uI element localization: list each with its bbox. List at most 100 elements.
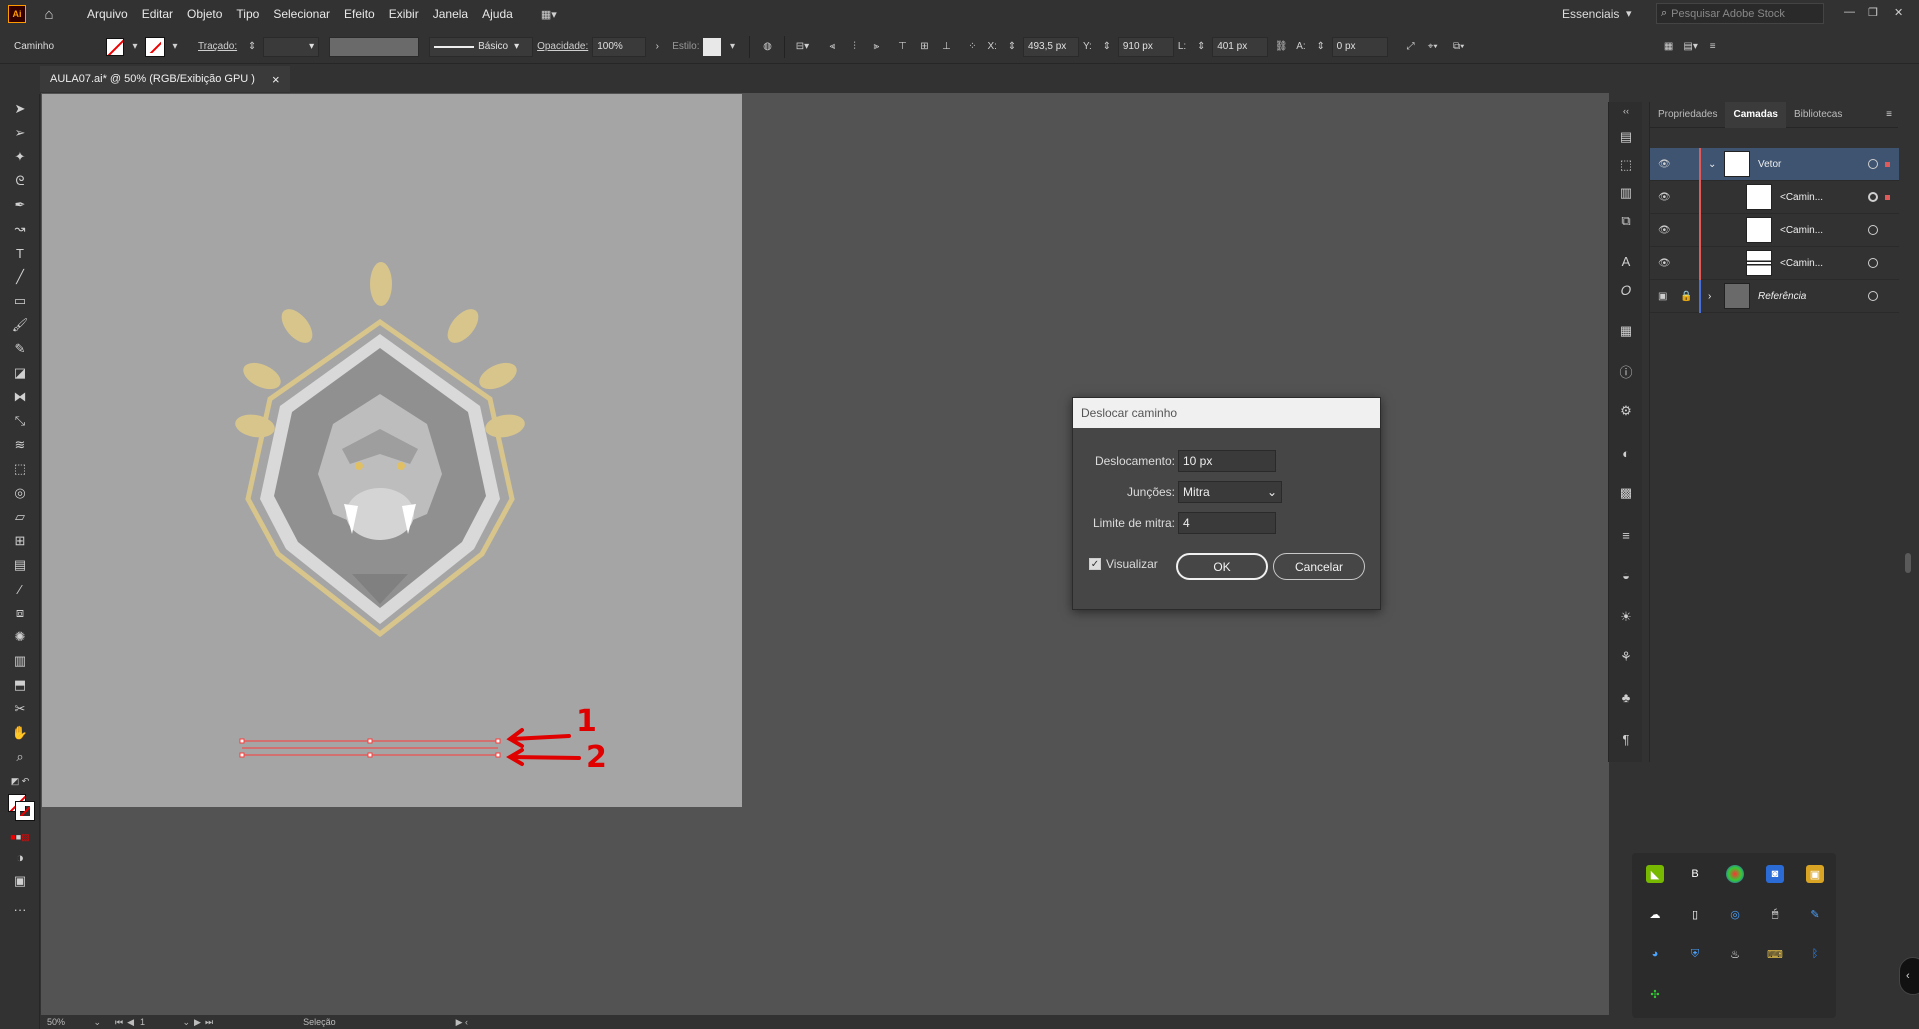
width-field[interactable]: 401 px [1212, 36, 1269, 57]
ring-icon[interactable]: ◎ [1726, 905, 1744, 923]
green-app-icon[interactable]: ✣ [1646, 985, 1664, 1003]
settings-gear-icon[interactable]: ⚙ [1617, 402, 1635, 420]
page-select[interactable]: 1 ⌄ [140, 1017, 190, 1028]
shape-builder-tool-icon[interactable]: ◎ [9, 482, 31, 504]
app-b-icon[interactable]: B [1686, 865, 1704, 883]
layer-row[interactable]: ▣ 🔒 › Referência [1650, 280, 1899, 313]
target-icon[interactable] [1868, 192, 1878, 202]
chevron-down-icon[interactable]: ▾ [126, 38, 144, 56]
menu-janela[interactable]: Janela [426, 7, 475, 21]
align-bottom-icon[interactable]: ⊥ [937, 38, 955, 56]
zoom-tool-icon[interactable]: ⌕ [9, 746, 31, 768]
align-right-icon[interactable]: ⫸ [867, 38, 885, 56]
artboard-tool-icon[interactable]: ⬒ [9, 674, 31, 696]
layer-row[interactable]: 👁 <Camin... [1650, 214, 1899, 247]
color-wheel-icon[interactable] [1726, 865, 1744, 883]
height-field[interactable]: 0 px [1331, 36, 1388, 57]
target-icon[interactable] [1868, 258, 1878, 268]
transform-icon[interactable]: ⤢ [1402, 38, 1420, 56]
pen-tool-icon[interactable]: ✒ [9, 194, 31, 216]
template-icon[interactable]: ▣ [1658, 291, 1672, 302]
arrange-icon[interactable]: ▦ [1660, 38, 1678, 56]
arrange-documents-icon[interactable]: ▦▾ [540, 5, 558, 23]
wrench-icon[interactable]: ✎ [1806, 905, 1824, 923]
selected-paths[interactable] [239, 738, 501, 758]
gradient-tool-icon[interactable]: ▤ [9, 554, 31, 576]
stepper-icon[interactable]: ⇕ [243, 38, 261, 56]
default-colors-icon[interactable]: ◩ ↶ [9, 770, 31, 792]
artboards-icon[interactable]: ⬚ [1617, 156, 1635, 174]
artboard[interactable]: 1 2 [42, 94, 742, 807]
status-arrow-icon[interactable]: ▶ ‹ [456, 1017, 468, 1028]
keyboard-icon[interactable]: ⌨ [1766, 945, 1784, 963]
chevron-down-icon[interactable]: ⌄ [1708, 159, 1716, 170]
offset-input[interactable]: 10 px [1178, 450, 1276, 472]
tab-layers[interactable]: Camadas [1725, 101, 1786, 128]
layer-name[interactable]: <Camin... [1780, 192, 1823, 203]
menu-arquivo[interactable]: Arquivo [80, 7, 135, 21]
menu-tipo[interactable]: Tipo [229, 7, 266, 21]
menu-exibir[interactable]: Exibir [382, 7, 426, 21]
opacity-field[interactable]: 100% [592, 36, 647, 57]
line-tool-icon[interactable]: ╱ [9, 266, 31, 288]
chevron-down-icon[interactable]: ▾ [166, 38, 184, 56]
photo-icon[interactable]: ▣ [1806, 865, 1824, 883]
info-icon[interactable]: ⓘ [1617, 362, 1635, 380]
x-field[interactable]: 493,5 px [1022, 36, 1079, 57]
transparency-icon[interactable]: ◒ [1617, 566, 1635, 584]
stroke-swatch[interactable] [145, 36, 165, 57]
screen-mode-icon[interactable]: ▣ [9, 870, 31, 892]
cloud-icon[interactable]: ☁ [1646, 905, 1664, 923]
last-page-icon[interactable]: ⏭ [205, 1017, 213, 1028]
lock-icon[interactable]: 🔒 [1680, 291, 1692, 302]
layer-name[interactable]: <Camin... [1780, 225, 1823, 236]
mesh-tool-icon[interactable]: ⊞ [9, 530, 31, 552]
fill-stroke-indicator[interactable] [8, 794, 35, 821]
target-icon[interactable] [1868, 291, 1878, 301]
stroke-panel-icon[interactable]: ≡ [1617, 526, 1635, 544]
isolate-icon[interactable]: ⧉▾ [1450, 38, 1468, 56]
hand-tool-icon[interactable]: ✋ [9, 722, 31, 744]
appearance-icon[interactable]: ☀ [1617, 608, 1635, 626]
tab-properties[interactable]: Propriedades [1650, 102, 1725, 128]
stepper-icon[interactable]: ⇕ [1098, 38, 1116, 56]
free-transform-tool-icon[interactable]: ⬚ [9, 458, 31, 480]
blend-tool-icon[interactable]: ⧈ [9, 602, 31, 624]
scale-tool-icon[interactable]: ⤡ [9, 410, 31, 432]
prev-page-icon[interactable]: ◀ [127, 1017, 134, 1028]
globe-icon[interactable]: ◕ [1646, 945, 1664, 963]
workspace-switcher[interactable]: Essenciais [1562, 7, 1619, 21]
vertical-scrollbar[interactable] [1905, 553, 1911, 573]
align-top-icon[interactable]: ⊤ [893, 38, 911, 56]
layer-row[interactable]: 👁 <Camin... [1650, 247, 1899, 280]
layer-name[interactable]: <Camin... [1780, 258, 1823, 269]
align-vcenter-icon[interactable]: ⊞ [915, 38, 933, 56]
usb-drive-icon[interactable]: ▯ [1686, 905, 1704, 923]
menu-lines-icon[interactable]: ≡ [1704, 38, 1722, 56]
panel-toggle-icon[interactable]: ▤▾ [1682, 38, 1700, 56]
layer-row[interactable]: 👁 ⌄ Vetor [1650, 148, 1899, 181]
menu-efeito[interactable]: Efeito [337, 7, 382, 21]
cancel-button[interactable]: Cancelar [1273, 553, 1365, 580]
shaper-tool-icon[interactable]: ✎ [9, 338, 31, 360]
first-page-icon[interactable]: ⏮ [115, 1017, 123, 1028]
column-graph-tool-icon[interactable]: ▥ [9, 650, 31, 672]
layer-row[interactable]: 👁 <Camin... [1650, 181, 1899, 214]
menu-objeto[interactable]: Objeto [180, 7, 229, 21]
slice-tool-icon[interactable]: ✂ [9, 698, 31, 720]
ok-button[interactable]: OK [1176, 553, 1268, 580]
reflect-tool-icon[interactable]: ⧓ [9, 386, 31, 408]
variable-width-profile[interactable] [329, 36, 420, 57]
miter-input[interactable]: 4 [1178, 512, 1276, 534]
layer-name[interactable]: Vetor [1758, 159, 1781, 170]
stepper-icon[interactable]: ⇕ [1192, 38, 1210, 56]
gradient-panel-icon[interactable]: ▩ [1617, 484, 1635, 502]
draw-mode-icon[interactable]: ◑ [9, 846, 31, 868]
paragraph-icon[interactable]: ¶ [1617, 730, 1635, 748]
pathfinder-icon[interactable]: ⧉ [1617, 212, 1635, 230]
color-modes-icon[interactable]: ■ ■ ▨ [9, 826, 31, 848]
chevron-right-icon[interactable]: › [648, 38, 666, 56]
type-tool-icon[interactable]: T [9, 242, 31, 264]
align-hcenter-icon[interactable]: ⫶ [845, 38, 863, 56]
fill-swatch[interactable] [106, 37, 124, 56]
